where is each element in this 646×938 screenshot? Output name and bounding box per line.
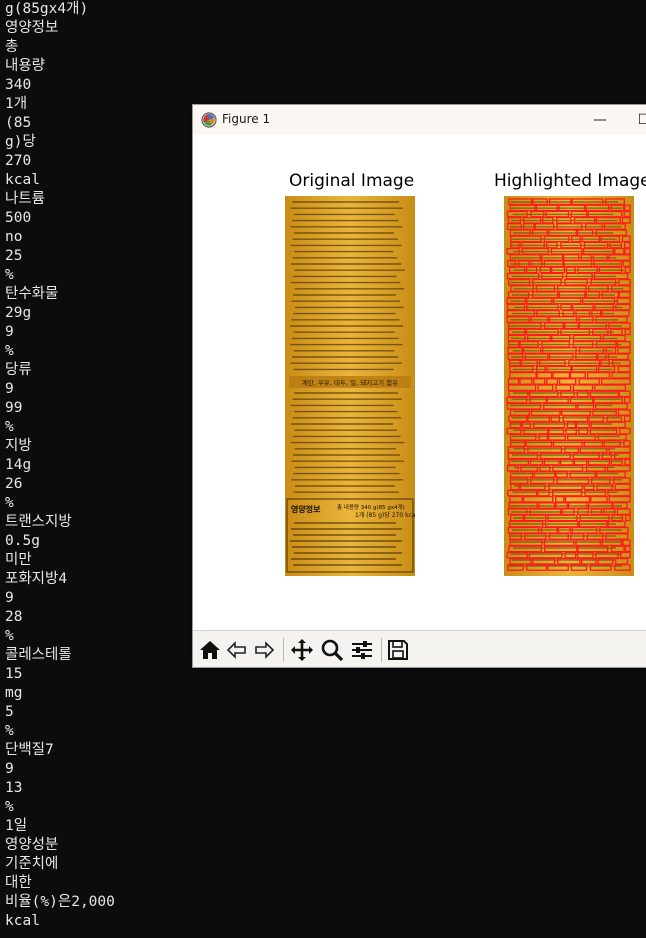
terminal-line: 1일 xyxy=(5,818,28,834)
nutrition-header: 영양정보 xyxy=(291,504,321,514)
terminal-line: 15 xyxy=(5,666,23,682)
terminal-line: 29g xyxy=(5,305,32,321)
terminal-line: % xyxy=(5,495,14,511)
terminal-line: 기준치에 xyxy=(5,856,59,872)
original-image: 계란, 우유, 대두, 밀, 돼지고기 함유 영양정보 총 내용량 340 g(… xyxy=(285,196,415,576)
window-title: Figure 1 xyxy=(222,112,271,126)
per-serving: 1개 (85 g)당 270 kcal xyxy=(355,511,415,519)
forward-arrow-icon[interactable] xyxy=(251,637,277,663)
terminal-line: 9 xyxy=(5,381,14,397)
original-package-photo: 계란, 우유, 대두, 밀, 돼지고기 함유 영양정보 총 내용량 340 g(… xyxy=(285,196,415,576)
allergy-text: 계란, 우유, 대두, 밀, 돼지고기 함유 xyxy=(302,378,398,387)
highlighted-image xyxy=(504,196,634,576)
navigation-toolbar xyxy=(193,630,646,667)
terminal-line: % xyxy=(5,267,14,283)
configure-subplots-icon[interactable] xyxy=(349,637,375,663)
terminal-line: 28 xyxy=(5,609,23,625)
back-arrow-icon[interactable] xyxy=(224,637,250,663)
toolbar-separator xyxy=(283,638,284,662)
highlighted-image-title: Highlighted Image xyxy=(494,171,646,191)
terminal-line: 14g xyxy=(5,457,32,473)
original-image-title: Original Image xyxy=(289,171,415,191)
home-icon[interactable] xyxy=(197,637,223,663)
terminal-line: 총 xyxy=(5,39,19,55)
terminal-line: 포화지방4 xyxy=(5,571,68,587)
toolbar-separator xyxy=(381,638,382,662)
terminal-line: % xyxy=(5,419,14,435)
terminal-line: 탄수화물 xyxy=(5,286,59,302)
figure-canvas[interactable]: Original Image Highlighted Image 계란, 우유,… xyxy=(193,135,646,630)
terminal-line: 영양성분 xyxy=(5,837,59,853)
terminal-line: g)당 xyxy=(5,134,36,150)
highlighted-package-photo xyxy=(504,196,634,576)
terminal-line: 1개 xyxy=(5,96,28,112)
terminal-line: % xyxy=(5,799,14,815)
terminal-line: % xyxy=(5,343,14,359)
terminal-line: 270 xyxy=(5,153,32,169)
terminal-line: 지방 xyxy=(5,438,32,454)
terminal-line: 9 xyxy=(5,324,14,340)
terminal-line: 트랜스지방 xyxy=(5,514,72,530)
terminal-line: no xyxy=(5,229,23,245)
terminal-line: (85 xyxy=(5,115,32,131)
window-titlebar[interactable]: Figure 1 — ☐ xyxy=(193,105,646,135)
terminal-line: 영양정보 xyxy=(5,20,59,36)
terminal-line: 0.5g xyxy=(5,533,40,549)
terminal-line: 9 xyxy=(5,761,14,777)
zoom-icon[interactable] xyxy=(319,637,345,663)
save-icon[interactable] xyxy=(385,637,411,663)
terminal-line: 나트륨 xyxy=(5,191,46,207)
terminal-line: 대한 xyxy=(5,875,32,891)
terminal-line: 500 xyxy=(5,210,32,226)
terminal-line: % xyxy=(5,628,14,644)
terminal-line: kcal xyxy=(5,172,40,188)
terminal-line: 25 xyxy=(5,248,23,264)
matplotlib-app-icon xyxy=(201,112,217,128)
terminal-line: kcal xyxy=(5,913,40,929)
maximize-button[interactable]: ☐ xyxy=(634,110,646,130)
terminal-line: 9 xyxy=(5,590,14,606)
terminal-line: mg xyxy=(5,685,23,701)
terminal-line: % xyxy=(5,723,14,739)
terminal-line: 콜레스테롤 xyxy=(5,647,72,663)
terminal-line: g(85gx4개) xyxy=(5,1,89,17)
pan-icon[interactable] xyxy=(289,637,315,663)
terminal-line: 99 xyxy=(5,400,23,416)
terminal-line: 단백질7 xyxy=(5,742,54,758)
terminal-line: 13 xyxy=(5,780,23,796)
terminal-line: 내용량 xyxy=(5,58,46,74)
terminal-line: 26 xyxy=(5,476,23,492)
terminal-line: 비율(%)은2,000 xyxy=(5,894,115,910)
terminal-line: 당류 xyxy=(5,362,32,378)
total-content: 총 내용량 340 g(85 gx4개) xyxy=(337,503,405,511)
terminal-line: 미만 xyxy=(5,552,32,568)
terminal-line: 340 xyxy=(5,77,32,93)
matplotlib-figure-window[interactable]: Figure 1 — ☐ Original Image Highlighted … xyxy=(192,104,646,668)
terminal-line: 5 xyxy=(5,704,14,720)
minimize-button[interactable]: — xyxy=(590,110,610,130)
